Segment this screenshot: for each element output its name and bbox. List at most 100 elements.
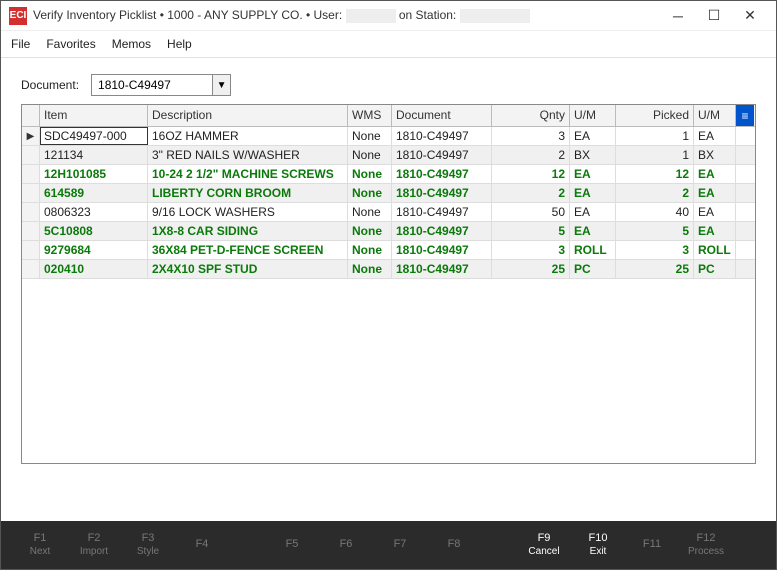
cell-item[interactable]: 614589 xyxy=(40,184,148,202)
fkey-f6[interactable]: F6 xyxy=(319,538,373,551)
fkey-f4[interactable]: F4 xyxy=(175,538,229,551)
cell-description[interactable]: 16OZ HAMMER xyxy=(148,127,348,145)
cell-wms[interactable]: None xyxy=(348,260,392,278)
cell-um1[interactable]: BX xyxy=(570,146,616,164)
fkey-f8[interactable]: F8 xyxy=(427,538,481,551)
header-document[interactable]: Document xyxy=(392,105,492,126)
cell-qnty[interactable]: 3 xyxy=(492,127,570,145)
cell-picked[interactable]: 3 xyxy=(616,241,694,259)
cell-item[interactable]: 121134 xyxy=(40,146,148,164)
fkey-f2[interactable]: F2Import xyxy=(67,532,121,557)
cell-um1[interactable]: EA xyxy=(570,127,616,145)
table-row[interactable]: 1211343" RED NAILS W/WASHERNone1810-C494… xyxy=(22,146,755,165)
cell-qnty[interactable]: 50 xyxy=(492,203,570,221)
cell-picked[interactable]: 40 xyxy=(616,203,694,221)
table-row[interactable]: 12H10108510-24 2 1/2" MACHINE SCREWSNone… xyxy=(22,165,755,184)
header-picked[interactable]: Picked xyxy=(616,105,694,126)
cell-description[interactable]: 2X4X10 SPF STUD xyxy=(148,260,348,278)
fkey-f10[interactable]: F10Exit xyxy=(571,532,625,557)
column-menu-icon[interactable]: ≡ xyxy=(736,105,754,126)
cell-picked[interactable]: 12 xyxy=(616,165,694,183)
cell-document[interactable]: 1810-C49497 xyxy=(392,222,492,240)
table-row[interactable]: 0204102X4X10 SPF STUDNone1810-C4949725PC… xyxy=(22,260,755,279)
cell-wms[interactable]: None xyxy=(348,146,392,164)
cell-um2[interactable]: BX xyxy=(694,146,736,164)
cell-qnty[interactable]: 5 xyxy=(492,222,570,240)
header-um2[interactable]: U/M xyxy=(694,105,736,126)
cell-um1[interactable]: EA xyxy=(570,203,616,221)
cell-qnty[interactable]: 2 xyxy=(492,184,570,202)
cell-um2[interactable]: EA xyxy=(694,184,736,202)
cell-um2[interactable]: EA xyxy=(694,222,736,240)
cell-um1[interactable]: ROLL xyxy=(570,241,616,259)
cell-document[interactable]: 1810-C49497 xyxy=(392,260,492,278)
minimize-button[interactable]: ─ xyxy=(660,2,696,30)
close-button[interactable]: ✕ xyxy=(732,2,768,30)
cell-item[interactable]: 020410 xyxy=(40,260,148,278)
table-row[interactable]: 614589LIBERTY CORN BROOMNone1810-C494972… xyxy=(22,184,755,203)
cell-um1[interactable]: EA xyxy=(570,222,616,240)
cell-um2[interactable]: EA xyxy=(694,165,736,183)
maximize-button[interactable]: ☐ xyxy=(696,2,732,30)
cell-item[interactable]: SDC49497-000 xyxy=(40,127,148,145)
cell-um2[interactable]: PC xyxy=(694,260,736,278)
cell-qnty[interactable]: 3 xyxy=(492,241,570,259)
fkey-f7[interactable]: F7 xyxy=(373,538,427,551)
cell-description[interactable]: 3" RED NAILS W/WASHER xyxy=(148,146,348,164)
cell-description[interactable]: 9/16 LOCK WASHERS xyxy=(148,203,348,221)
cell-wms[interactable]: None xyxy=(348,184,392,202)
cell-document[interactable]: 1810-C49497 xyxy=(392,165,492,183)
menu-file[interactable]: File xyxy=(11,37,30,51)
cell-picked[interactable]: 1 xyxy=(616,146,694,164)
table-row[interactable]: 08063239/16 LOCK WASHERSNone1810-C494975… xyxy=(22,203,755,222)
cell-document[interactable]: 1810-C49497 xyxy=(392,184,492,202)
cell-picked[interactable]: 2 xyxy=(616,184,694,202)
header-qnty[interactable]: Qnty xyxy=(492,105,570,126)
fkey-f1[interactable]: F1Next xyxy=(13,532,67,557)
cell-qnty[interactable]: 2 xyxy=(492,146,570,164)
fkey-f3[interactable]: F3Style xyxy=(121,532,175,557)
cell-document[interactable]: 1810-C49497 xyxy=(392,241,492,259)
fkey-f9[interactable]: F9Cancel xyxy=(517,532,571,557)
cell-um2[interactable]: EA xyxy=(694,127,736,145)
cell-wms[interactable]: None xyxy=(348,222,392,240)
menu-favorites[interactable]: Favorites xyxy=(46,37,95,51)
header-item[interactable]: Item xyxy=(40,105,148,126)
cell-description[interactable]: 36X84 PET-D-FENCE SCREEN xyxy=(148,241,348,259)
cell-document[interactable]: 1810-C49497 xyxy=(392,146,492,164)
fkey-f11[interactable]: F11 xyxy=(625,538,679,551)
table-row[interactable]: 5C108081X8-8 CAR SIDINGNone1810-C494975E… xyxy=(22,222,755,241)
cell-document[interactable]: 1810-C49497 xyxy=(392,127,492,145)
cell-wms[interactable]: None xyxy=(348,203,392,221)
cell-qnty[interactable]: 12 xyxy=(492,165,570,183)
chevron-down-icon[interactable]: ▼ xyxy=(212,75,230,95)
menu-help[interactable]: Help xyxy=(167,37,192,51)
document-combo[interactable]: ▼ xyxy=(91,74,231,96)
cell-wms[interactable]: None xyxy=(348,165,392,183)
document-input[interactable] xyxy=(92,75,212,95)
cell-description[interactable]: LIBERTY CORN BROOM xyxy=(148,184,348,202)
cell-um1[interactable]: EA xyxy=(570,165,616,183)
cell-item[interactable]: 0806323 xyxy=(40,203,148,221)
cell-wms[interactable]: None xyxy=(348,127,392,145)
cell-picked[interactable]: 25 xyxy=(616,260,694,278)
cell-description[interactable]: 1X8-8 CAR SIDING xyxy=(148,222,348,240)
fkey-f12[interactable]: F12Process xyxy=(679,532,733,557)
header-um1[interactable]: U/M xyxy=(570,105,616,126)
header-wms[interactable]: WMS xyxy=(348,105,392,126)
cell-qnty[interactable]: 25 xyxy=(492,260,570,278)
table-row[interactable]: ▶SDC49497-00016OZ HAMMERNone1810-C494973… xyxy=(22,127,755,146)
cell-item[interactable]: 5C10808 xyxy=(40,222,148,240)
cell-um2[interactable]: ROLL xyxy=(694,241,736,259)
cell-um1[interactable]: EA xyxy=(570,184,616,202)
cell-um2[interactable]: EA xyxy=(694,203,736,221)
cell-document[interactable]: 1810-C49497 xyxy=(392,203,492,221)
cell-item[interactable]: 9279684 xyxy=(40,241,148,259)
fkey-f5[interactable]: F5 xyxy=(265,538,319,551)
cell-description[interactable]: 10-24 2 1/2" MACHINE SCREWS xyxy=(148,165,348,183)
table-row[interactable]: 927968436X84 PET-D-FENCE SCREENNone1810-… xyxy=(22,241,755,260)
header-description[interactable]: Description xyxy=(148,105,348,126)
cell-um1[interactable]: PC xyxy=(570,260,616,278)
cell-picked[interactable]: 5 xyxy=(616,222,694,240)
cell-item[interactable]: 12H101085 xyxy=(40,165,148,183)
